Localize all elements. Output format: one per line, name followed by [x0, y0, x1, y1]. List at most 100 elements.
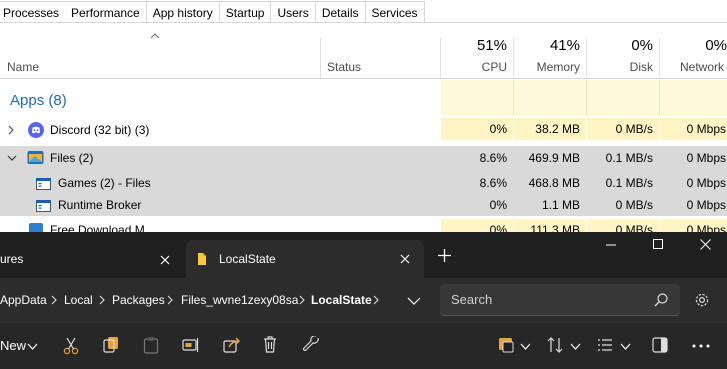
column-divider [320, 37, 321, 79]
cell-divider [513, 80, 514, 116]
group-by-button[interactable] [546, 323, 586, 369]
properties-icon[interactable] [303, 336, 320, 353]
process-name: Discord (32 bit) (3) [50, 123, 150, 137]
tab-label: App history [152, 5, 213, 20]
tab-inactive[interactable]: ures [0, 240, 180, 278]
search-input[interactable]: Search [440, 284, 680, 316]
view-button[interactable] [595, 323, 635, 369]
tab-app-history[interactable]: App history [145, 1, 220, 23]
tab-active[interactable]: LocalState [186, 240, 424, 278]
chevron-down-icon [27, 343, 38, 350]
breadcrumb-item[interactable]: Files_wvne1zexy08sa [181, 278, 298, 322]
disk-column-label: Disk [629, 60, 653, 74]
chevron-down-icon [520, 343, 531, 350]
tab-label: Processes [3, 5, 60, 20]
window-icon [36, 200, 51, 212]
memory-column-header[interactable]: 41% Memory [514, 23, 586, 79]
navigation-bar: AppData Local Packages Files_wvne1zexy08… [0, 278, 727, 322]
memory-cell: 469.9 MB [528, 151, 580, 165]
network-cell: 0 Mbps [660, 219, 727, 232]
new-button-label: New [0, 338, 27, 353]
breadcrumb-item[interactable]: Local [64, 278, 93, 322]
cpu-cell: 0% [441, 118, 513, 140]
child-process-row[interactable]: Games (2) - Files 8.6% 468.8 MB 0.1 MB/s… [0, 172, 727, 194]
new-button[interactable]: New [0, 323, 44, 369]
search-icon [654, 293, 668, 307]
disk-cell: 0 MB/s [587, 118, 659, 140]
sort-ascending-icon[interactable] [150, 33, 160, 39]
tab-details[interactable]: Details [314, 1, 366, 23]
chevron-right-icon[interactable] [373, 295, 379, 305]
command-bar: New [0, 322, 727, 369]
network-cell: 0 Mbps [686, 198, 726, 212]
chevron-right-icon [167, 295, 173, 305]
details-pane-icon[interactable] [652, 337, 668, 353]
breadcrumb-item-current[interactable]: LocalState [311, 278, 372, 322]
disk-column-header[interactable]: 0% Disk [587, 23, 659, 79]
recent-locations-icon[interactable] [407, 297, 421, 305]
disk-cell: 0.1 MB/s [605, 151, 653, 165]
tab-users[interactable]: Users [270, 1, 316, 23]
breadcrumb[interactable]: AppData Local Packages Files_wvne1zexy08… [0, 278, 430, 322]
tab-performance[interactable]: Performance [65, 1, 147, 23]
network-total-percent: 0% [705, 37, 727, 54]
memory-column-label: Memory [536, 60, 580, 74]
share-icon[interactable] [223, 337, 241, 353]
copy-icon[interactable] [103, 336, 119, 354]
tab-strip: Processes Performance App history Startu… [0, 0, 727, 23]
column-header: Name Status 51% CPU 41% Memory 0% Disk 0… [0, 23, 727, 79]
name-column-header[interactable]: Name [7, 60, 39, 74]
disk-cell: 0 MB/s [615, 198, 653, 212]
close-tab-icon[interactable] [160, 255, 170, 265]
new-tab-icon[interactable] [438, 249, 451, 262]
cut-icon[interactable] [63, 337, 79, 355]
cpu-column-header[interactable]: 51% CPU [441, 23, 513, 79]
tab-label: Details [321, 5, 359, 20]
cpu-cell: 8.6% [479, 151, 507, 165]
close-window-icon[interactable] [700, 239, 711, 250]
maximize-icon[interactable] [653, 239, 663, 249]
sort-button[interactable] [496, 323, 536, 369]
cell-divider [586, 80, 587, 116]
app-icon [29, 223, 43, 232]
minimize-icon[interactable] [606, 244, 616, 246]
chevron-right-icon [299, 295, 305, 305]
tab-services[interactable]: Services [364, 1, 425, 23]
child-process-row[interactable]: Runtime Broker 0% 1.1 MB 0 MB/s 0 Mbps [0, 194, 727, 216]
network-column-header[interactable]: 0% Network [660, 23, 727, 79]
chevron-down-icon[interactable] [7, 155, 17, 161]
chevron-right-icon [99, 295, 105, 305]
process-row-selected[interactable]: Files (2) 8.6% 469.9 MB 0.1 MB/s 0 Mbps [0, 147, 727, 169]
group-label-apps: Apps (8) [10, 92, 67, 109]
delete-icon[interactable] [263, 336, 277, 353]
tab-startup[interactable]: Startup [218, 1, 272, 23]
cpu-cell: 8.6% [479, 176, 507, 190]
process-name: Runtime Broker [58, 198, 142, 212]
tab-label: Users [277, 5, 309, 20]
close-tab-icon[interactable] [400, 254, 410, 264]
disk-cell: 0.1 MB/s [605, 176, 653, 190]
disk-total-percent: 0% [631, 37, 653, 54]
breadcrumb-item[interactable]: AppData [0, 278, 47, 322]
breadcrumb-item[interactable]: Packages [112, 278, 165, 322]
tab-processes[interactable]: Processes [0, 1, 67, 23]
sort-direction-icon [547, 337, 563, 353]
memory-total-percent: 41% [549, 37, 580, 54]
rename-icon[interactable] [182, 337, 200, 353]
paste-icon[interactable] [143, 336, 159, 354]
tab-title: LocalState [219, 252, 276, 266]
status-column-header[interactable]: Status [327, 60, 361, 74]
cpu-cell: 0% [489, 198, 507, 212]
cpu-column-label: CPU [481, 60, 507, 74]
heatmap-background [441, 80, 727, 116]
chevron-right-icon[interactable] [8, 125, 14, 135]
process-row[interactable]: Discord (32 bit) (3) 0% 38.2 MB 0 MB/s 0… [0, 118, 727, 142]
process-name: Files (2) [50, 151, 94, 165]
cpu-cell: 0% [441, 219, 513, 232]
more-options-icon[interactable] [692, 344, 710, 348]
disk-cell: 0 MB/s [587, 219, 659, 232]
window-icon [36, 178, 51, 190]
process-row-partial[interactable]: Free Download M... 0% 111.3 MB 0 MB/s 0 … [0, 219, 727, 232]
files-app-icon [27, 151, 44, 164]
gear-icon[interactable] [694, 292, 710, 308]
